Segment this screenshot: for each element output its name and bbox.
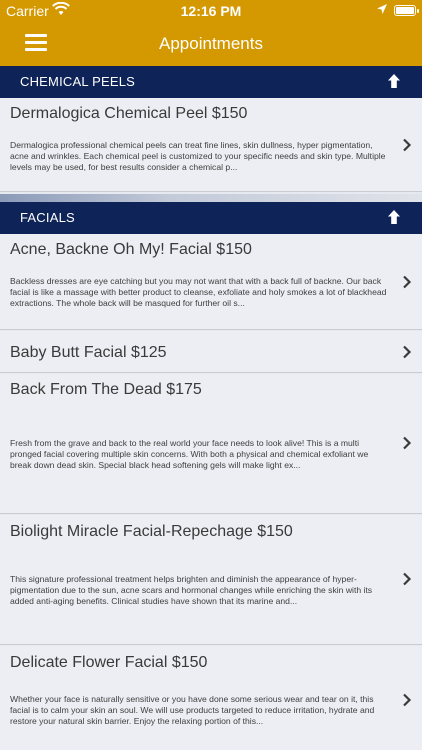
list-item[interactable]: Acne, Backne Oh My! Facial $150 Backless… — [0, 234, 422, 330]
section-divider — [0, 194, 422, 202]
section-label: FACIALS — [20, 210, 75, 225]
item-title: Back From The Dead $175 — [10, 381, 202, 398]
chevron-right-icon — [403, 693, 412, 707]
top-bar: Carrier 12:16 PM Appointments — [0, 0, 422, 66]
item-title: Acne, Backne Oh My! Facial $150 — [10, 241, 252, 258]
arrow-up-icon — [388, 74, 400, 88]
section-header-facials[interactable]: FACIALS — [0, 202, 422, 234]
arrow-up-icon — [388, 210, 400, 224]
page-title: Appointments — [159, 34, 263, 53]
item-title: Dermalogica Chemical Peel $150 — [10, 105, 248, 122]
navigation-bar: Appointments — [0, 22, 422, 66]
item-title: Biolight Miracle Facial-Repechage $150 — [10, 523, 293, 540]
chevron-right-icon — [403, 572, 412, 586]
chevron-right-icon — [403, 345, 412, 359]
item-title: Delicate Flower Facial $150 — [10, 654, 208, 671]
list-item[interactable]: Biolight Miracle Facial-Repechage $150 T… — [0, 515, 422, 645]
section-header-chemical-peels[interactable]: CHEMICAL PEELS — [0, 66, 422, 98]
item-description: Dermalogica professional chemical peels … — [10, 140, 386, 172]
item-description: Whether your face is naturally sensitive… — [10, 694, 375, 726]
chevron-right-icon — [403, 436, 412, 450]
list-item[interactable]: Back From The Dead $175 Fresh from the g… — [0, 374, 422, 514]
chevron-right-icon — [403, 138, 412, 152]
location-arrow-icon — [377, 4, 387, 14]
list-item[interactable]: Delicate Flower Facial $150 Whether your… — [0, 646, 422, 750]
item-description: This signature professional treatment he… — [10, 574, 373, 606]
status-time: 12:16 PM — [180, 3, 242, 19]
list-item[interactable]: Baby Butt Facial $125 — [0, 331, 422, 373]
status-bar: Carrier 12:16 PM — [0, 0, 422, 22]
item-description: Backless dresses are eye catching but yo… — [10, 276, 387, 308]
battery-icon — [394, 5, 419, 16]
section-label: CHEMICAL PEELS — [20, 74, 136, 89]
chevron-right-icon — [403, 275, 412, 289]
item-description: Fresh from the grave and back to the rea… — [10, 438, 369, 470]
list-item[interactable]: Dermalogica Chemical Peel $150 Dermalogi… — [0, 98, 422, 192]
item-title: Baby Butt Facial $125 — [10, 344, 167, 361]
